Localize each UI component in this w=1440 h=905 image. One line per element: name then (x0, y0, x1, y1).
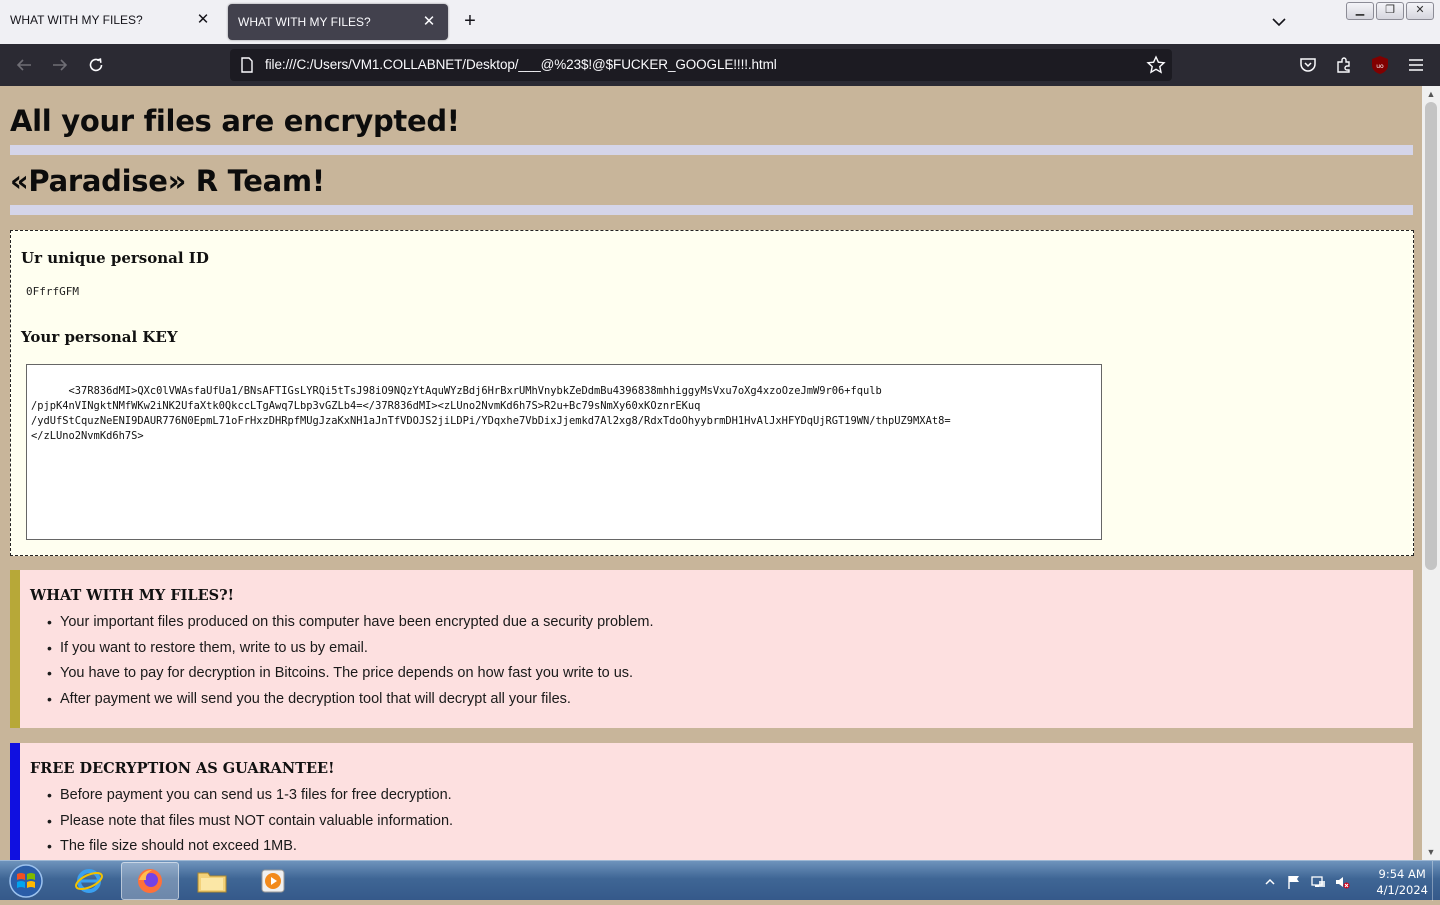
list-item: You have to pay for decryption in Bitcoi… (47, 661, 654, 687)
files-info-section: WHAT WITH MY FILES?! Your important file… (10, 570, 1413, 728)
list-item: If you want to restore them, write to us… (47, 636, 654, 662)
clock-date: 4/1/2024 (1376, 883, 1428, 897)
url-text[interactable]: file:///C:/Users/VM1.COLLABNET/Desktop/_… (265, 57, 777, 72)
accent-bar (10, 743, 20, 860)
show-hidden-icons-icon[interactable] (1262, 874, 1278, 890)
tab-close-icon[interactable]: ✕ (420, 13, 438, 31)
reload-icon[interactable] (82, 52, 110, 78)
scroll-thumb[interactable] (1425, 102, 1437, 570)
personal-key-textarea[interactable]: <37R836dMI>QXc0lVWAsfaUfUa1/BNsAFTIGsLYR… (26, 364, 1102, 540)
id-label: Ur unique personal ID (21, 249, 209, 267)
guarantee-list: Before payment you can send us 1-3 files… (47, 783, 453, 860)
url-bar[interactable]: file:///C:/Users/VM1.COLLABNET/Desktop/_… (230, 49, 1172, 81)
page-content: All your files are encrypted! «Paradise»… (0, 86, 1422, 860)
new-tab-button[interactable]: + (458, 10, 482, 34)
tab-title: WHAT WITH MY FILES? (238, 15, 371, 29)
section-title: FREE DECRYPTION AS GUARANTEE! (30, 760, 335, 777)
guarantee-section: FREE DECRYPTION AS GUARANTEE! Before pay… (10, 743, 1413, 860)
personal-key-text: <37R836dMI>QXc0lVWAsfaUfUa1/BNsAFTIGsLYR… (31, 385, 951, 442)
system-tray: 9:54 AM 4/1/2024 (1250, 861, 1440, 901)
personal-id-box: Ur unique personal ID 0FfrfGFM Your pers… (10, 230, 1414, 556)
scroll-up-arrow-icon[interactable]: ▲ (1426, 89, 1436, 99)
list-item: Your important files produced on this co… (47, 610, 654, 636)
taskbar-clock[interactable]: 9:54 AM 4/1/2024 (1376, 866, 1428, 898)
tab-inactive[interactable]: WHAT WITH MY FILES? ✕ (0, 2, 222, 38)
bookmark-star-icon[interactable] (1146, 55, 1166, 80)
list-all-tabs-chevron-icon[interactable] (1268, 12, 1290, 32)
close-window-button[interactable]: ✕ (1406, 2, 1434, 20)
navigation-toolbar: file:///C:/Users/VM1.COLLABNET/Desktop/_… (0, 44, 1440, 86)
main-heading: All your files are encrypted! (10, 104, 460, 138)
window-controls: ▁ ❐ ✕ (1346, 2, 1434, 20)
vertical-scrollbar[interactable]: ▲ ▼ (1422, 86, 1440, 860)
windows-taskbar: 9:54 AM 4/1/2024 (0, 860, 1440, 901)
list-item: After payment we will send you the decry… (47, 687, 654, 713)
network-icon[interactable] (1310, 874, 1326, 890)
pocket-icon[interactable] (1297, 54, 1319, 76)
puzzle-icon[interactable] (1333, 54, 1355, 76)
internet-explorer-icon[interactable] (60, 862, 118, 900)
tab-close-icon[interactable]: ✕ (194, 11, 212, 29)
section-title: WHAT WITH MY FILES?! (30, 587, 234, 604)
tab-strip: WHAT WITH MY FILES? ✕ WHAT WITH MY FILES… (0, 0, 1440, 44)
start-button[interactable] (6, 862, 46, 900)
key-label: Your personal KEY (21, 328, 178, 346)
firefox-icon[interactable] (121, 862, 179, 900)
forward-arrow-icon[interactable] (46, 52, 74, 78)
list-item: The file size should not exceed 1MB. (47, 834, 453, 860)
tab-title: WHAT WITH MY FILES? (10, 13, 143, 27)
volume-muted-icon[interactable] (1334, 874, 1350, 890)
restore-button[interactable]: ❐ (1376, 2, 1404, 20)
file-explorer-icon[interactable] (183, 862, 241, 900)
scroll-down-arrow-icon[interactable]: ▼ (1426, 847, 1436, 857)
ublock-icon[interactable]: uo (1369, 54, 1391, 76)
hamburger-menu-icon[interactable] (1405, 54, 1427, 76)
show-desktop-button[interactable] (1432, 861, 1440, 901)
clock-time: 9:54 AM (1378, 867, 1426, 881)
svg-text:uo: uo (1376, 63, 1384, 70)
team-heading: «Paradise» R Team! (10, 164, 325, 198)
list-item: Before payment you can send us 1-3 files… (47, 783, 453, 809)
action-center-flag-icon[interactable] (1286, 874, 1302, 890)
resize-grip-icon[interactable] (1087, 525, 1099, 537)
tab-active[interactable]: WHAT WITH MY FILES? ✕ (228, 4, 448, 40)
media-player-icon[interactable] (244, 862, 302, 900)
minimize-button[interactable]: ▁ (1346, 2, 1374, 20)
page-icon[interactable] (240, 57, 254, 78)
accent-bar (10, 570, 20, 728)
divider (10, 205, 1413, 215)
info-list: Your important files produced on this co… (47, 610, 654, 713)
back-arrow-icon[interactable] (10, 52, 38, 78)
personal-id-value: 0FfrfGFM (26, 285, 79, 298)
list-item: Please note that files must NOT contain … (47, 809, 453, 835)
divider (10, 145, 1413, 155)
